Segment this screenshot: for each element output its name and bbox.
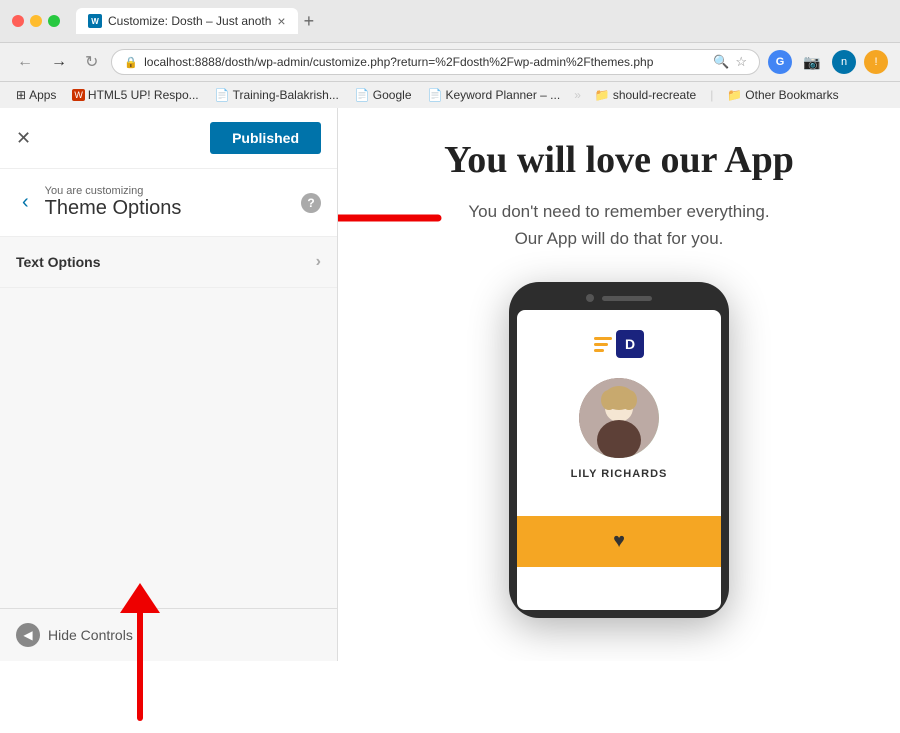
google-button[interactable]: G xyxy=(768,50,792,74)
lock-icon: 🔒 xyxy=(124,56,138,69)
apps-label: Apps xyxy=(29,88,56,102)
address-bar[interactable]: 🔒 localhost:8888/dosth/wp-admin/customiz… xyxy=(111,49,760,75)
bookmark-separator-2: | xyxy=(710,88,713,102)
screenshot-button[interactable]: 📷 xyxy=(800,50,824,74)
other-bookmarks-label: Other Bookmarks xyxy=(745,88,838,102)
bookmark-separator: » xyxy=(574,88,581,102)
tab-bar: W Customize: Dosth – Just anoth × + xyxy=(76,8,314,34)
phone-speaker xyxy=(602,296,652,301)
new-tab-button[interactable]: + xyxy=(304,11,315,32)
logo-square: D xyxy=(616,330,644,358)
warning-button[interactable]: ! xyxy=(864,50,888,74)
bookmarks-should-recreate[interactable]: 📁 should-recreate xyxy=(591,86,700,104)
customizer-sidebar: ✕ Published ‹ You are customizing Theme … xyxy=(0,108,338,661)
bookmarks-training[interactable]: 📄 Training-Balakrish... xyxy=(211,86,343,104)
customizing-info: You are customizing Theme Options xyxy=(45,185,182,220)
preview-subtext: You don't need to remember everything. O… xyxy=(468,198,769,252)
bookmarks-google[interactable]: 📄 Google xyxy=(351,86,416,104)
phone-screen: D xyxy=(517,310,721,610)
close-window-dot[interactable] xyxy=(12,15,24,27)
red-arrow-up-annotation xyxy=(110,578,170,733)
navigation-bar: ← → ↻ 🔒 localhost:8888/dosth/wp-admin/cu… xyxy=(0,42,900,81)
published-button[interactable]: Published xyxy=(210,122,321,154)
keyword-favicon: 📄 xyxy=(428,88,443,102)
chevron-right-icon: › xyxy=(316,253,321,271)
tab-title: Customize: Dosth – Just anoth xyxy=(108,14,271,28)
back-nav-button[interactable]: ← xyxy=(12,51,38,73)
customizing-title: Theme Options xyxy=(45,197,182,220)
forward-nav-button[interactable]: → xyxy=(46,51,72,73)
folder-icon: 📁 xyxy=(595,88,610,102)
google-label: Google xyxy=(373,88,412,102)
customizing-label: You are customizing xyxy=(45,185,182,197)
bookmarks-bar: ⊞ Apps W HTML5 UP! Respo... 📄 Training-B… xyxy=(0,81,900,108)
sidebar-header: ✕ Published xyxy=(0,108,337,169)
url-text: localhost:8888/dosth/wp-admin/customize.… xyxy=(144,55,707,69)
phone-mockup: D xyxy=(509,282,729,618)
help-icon-button[interactable]: ? xyxy=(301,193,321,213)
preview-subtext-line2: Our App will do that for you. xyxy=(515,229,724,248)
avatar-circle xyxy=(579,378,659,458)
keyword-label: Keyword Planner – ... xyxy=(445,88,560,102)
preview-area: You will love our App You don't need to … xyxy=(338,108,900,661)
bookmarks-keyword[interactable]: 📄 Keyword Planner – ... xyxy=(424,86,565,104)
apps-grid-icon: ⊞ xyxy=(16,88,26,102)
training-label: Training-Balakrish... xyxy=(233,88,339,102)
should-recreate-label: should-recreate xyxy=(613,88,696,102)
phone-screen-content: D xyxy=(517,310,721,516)
phone-camera xyxy=(586,294,594,302)
hide-controls-icon: ◀ xyxy=(16,623,40,647)
phone-top-bar xyxy=(517,294,721,302)
logo-line-1 xyxy=(594,337,612,340)
browser-chrome: W Customize: Dosth – Just anoth × + ← → … xyxy=(0,0,900,108)
app-logo: D xyxy=(594,330,644,358)
minimize-window-dot[interactable] xyxy=(30,15,42,27)
tab-close-button[interactable]: × xyxy=(277,13,285,29)
bookmarks-other[interactable]: 📁 Other Bookmarks xyxy=(723,86,842,104)
preview-heading: You will love our App xyxy=(444,138,794,182)
text-options-button[interactable]: Text Options › xyxy=(0,237,337,287)
user-avatar-button[interactable]: n xyxy=(832,50,856,74)
logo-line-2 xyxy=(594,343,608,346)
phone-footer: ♥ xyxy=(517,516,721,567)
logo-line-3 xyxy=(594,349,604,352)
tab-favicon: W xyxy=(88,14,102,28)
other-folder-icon: 📁 xyxy=(727,88,742,102)
bookmarks-html5[interactable]: W HTML5 UP! Respo... xyxy=(68,86,202,104)
customizing-section: ‹ You are customizing Theme Options ? xyxy=(0,169,337,237)
back-button[interactable]: ‹ xyxy=(16,191,35,214)
preview-subtext-line1: You don't need to remember everything. xyxy=(468,202,769,221)
bookmarks-apps[interactable]: ⊞ Apps xyxy=(12,86,60,104)
google-favicon: 📄 xyxy=(355,88,370,102)
avatar-name: LILY RICHARDS xyxy=(571,468,668,480)
red-arrow-right-annotation xyxy=(338,193,443,248)
main-layout: ✕ Published ‹ You are customizing Theme … xyxy=(0,108,900,661)
bookmark-star-icon[interactable]: ☆ xyxy=(735,54,747,70)
text-options-section: Text Options › xyxy=(0,237,337,288)
window-controls xyxy=(12,15,60,27)
active-tab[interactable]: W Customize: Dosth – Just anoth × xyxy=(76,8,298,34)
html5-label: HTML5 UP! Respo... xyxy=(88,88,199,102)
title-bar: W Customize: Dosth – Just anoth × + xyxy=(0,0,900,42)
reload-nav-button[interactable]: ↻ xyxy=(80,50,103,74)
html5-favicon: W xyxy=(72,89,85,101)
search-icon: 🔍 xyxy=(713,54,729,70)
nav-icon-buttons: G 📷 n ! xyxy=(768,50,888,74)
training-favicon: 📄 xyxy=(215,88,230,102)
logo-lines xyxy=(594,337,612,352)
sidebar-content xyxy=(0,288,337,608)
text-options-label: Text Options xyxy=(16,254,101,270)
maximize-window-dot[interactable] xyxy=(48,15,60,27)
heart-icon: ♥ xyxy=(613,530,625,553)
close-customizer-button[interactable]: ✕ xyxy=(16,128,31,149)
